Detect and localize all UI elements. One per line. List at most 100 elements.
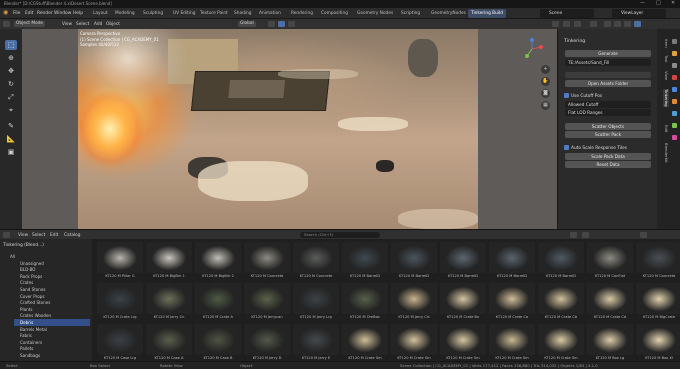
- auto-scale-checkbox[interactable]: Auto Scale Response Tiles: [564, 145, 627, 151]
- asset-tile[interactable]: KT120 M BarrelD: [487, 242, 537, 282]
- pivot-icon[interactable]: [268, 21, 275, 27]
- workspace-tab[interactable]: GeometryNodes: [428, 9, 469, 18]
- workspace-tab[interactable]: UV Editing: [170, 9, 198, 18]
- close-button[interactable]: ✕: [671, 0, 675, 6]
- asset-tile[interactable]: KT120 M BarrelD: [438, 242, 488, 282]
- material-props-icon[interactable]: [672, 135, 677, 140]
- asset-tile[interactable]: KT120 M Crate Ca: [487, 283, 537, 323]
- asset-tile[interactable]: KT120 M CanFlat: [585, 242, 635, 282]
- asset-tile[interactable]: KT120 M Crate Sm: [340, 324, 390, 361]
- transform-orientation[interactable]: Global: [238, 21, 256, 27]
- move-icon[interactable]: ✥: [5, 66, 17, 76]
- asset-tile[interactable]: KT120 M BarrelD: [389, 242, 439, 282]
- open-assets-button[interactable]: Open Assets Folder: [565, 80, 651, 87]
- asset-tile[interactable]: KT120 M Crate Sm: [438, 324, 488, 361]
- scale-pack-button[interactable]: Scale Pack Data: [565, 153, 651, 160]
- asset-tile[interactable]: KT120 M Crate Sm: [536, 324, 586, 361]
- tab-edit[interactable]: Edit: [663, 125, 669, 132]
- rotate-icon[interactable]: ↻: [5, 79, 17, 89]
- editor-type-icon[interactable]: [3, 21, 10, 27]
- asset-search-input[interactable]: Search (Ctrl+F): [300, 232, 380, 238]
- asset-tile[interactable]: KT120 M Jerry E: [291, 324, 341, 361]
- asset-tile[interactable]: KT120 M OreBox: [340, 283, 390, 323]
- pan-hand-icon[interactable]: ✋: [541, 77, 550, 86]
- zoom-icon[interactable]: +: [541, 65, 550, 74]
- measure-icon[interactable]: 📐: [5, 134, 17, 144]
- menu-edit[interactable]: Edit: [25, 11, 34, 16]
- cursor-icon[interactable]: ⊕: [5, 53, 17, 63]
- shading-rendered-icon[interactable]: [634, 21, 641, 27]
- menu-file[interactable]: File: [13, 11, 20, 16]
- shading-material-icon[interactable]: [624, 21, 631, 27]
- xray-icon[interactable]: [590, 21, 597, 27]
- menu-ab-catalog[interactable]: Catalog: [64, 233, 81, 238]
- blender-logo-icon[interactable]: ◉: [3, 9, 8, 16]
- add-cube-icon[interactable]: ▣: [5, 147, 17, 157]
- asset-tile[interactable]: KT120 M Crate Sm: [487, 324, 537, 361]
- ortho-grid-icon[interactable]: ▦: [541, 101, 550, 110]
- asset-tile[interactable]: KT120 M Box Xl: [634, 324, 680, 361]
- settings-gear-icon[interactable]: [640, 232, 647, 238]
- workspace-tab[interactable]: Shading: [231, 9, 254, 18]
- scale-icon[interactable]: ⤢: [5, 92, 17, 102]
- tab-tool[interactable]: Tool: [663, 55, 669, 62]
- visibility-icon[interactable]: [552, 21, 559, 27]
- asset-tile[interactable]: KT120 M Jerry Crt: [389, 283, 439, 323]
- tab-view[interactable]: View: [663, 71, 669, 80]
- snap-icon[interactable]: [278, 21, 285, 27]
- asset-tile[interactable]: KT120 M BigCrate: [634, 283, 680, 323]
- navigation-gizmo[interactable]: [521, 38, 543, 60]
- menu-ab-edit[interactable]: Edit: [50, 233, 58, 238]
- asset-tile[interactable]: KT120 M Jerrycan: [242, 283, 292, 323]
- gizmo-toggle-icon[interactable]: [563, 21, 570, 27]
- display-mode-icon[interactable]: [570, 232, 577, 238]
- render-view[interactable]: Camera Perspective (1) Scene Collection …: [78, 29, 478, 229]
- filter-icon[interactable]: [582, 232, 589, 238]
- menu-select[interactable]: Select: [76, 22, 89, 27]
- viewlayer-selector[interactable]: ViewLayer: [612, 9, 666, 18]
- asset-tile[interactable]: KT120 M Concrete: [291, 242, 341, 282]
- asset-tile[interactable]: KT120 M Crate Lrg: [95, 283, 145, 323]
- catalog-item[interactable]: Sandbags: [14, 352, 90, 359]
- modifier-props-icon[interactable]: [672, 111, 677, 116]
- workspace-tab[interactable]: Geometry Nodes: [354, 9, 396, 18]
- select-box-icon[interactable]: ⬚: [5, 40, 17, 50]
- proportional-icon[interactable]: [288, 21, 295, 27]
- workspace-tab[interactable]: Texture Paint: [197, 9, 231, 18]
- object-props-icon[interactable]: [672, 99, 677, 104]
- editor-type-icon[interactable]: [3, 232, 10, 238]
- scatter-objects-button[interactable]: Scatter Objects: [565, 123, 651, 130]
- tool-props-icon[interactable]: [672, 39, 677, 44]
- render-props-icon[interactable]: [672, 51, 677, 56]
- asset-tile[interactable]: KT120 M Crate A: [193, 283, 243, 323]
- output-props-icon[interactable]: [672, 63, 677, 68]
- asset-tile[interactable]: KT120 M Case Lrg: [95, 324, 145, 361]
- allowed-cutoff-field[interactable]: Allowed Cutoff: [565, 101, 651, 108]
- menu-view[interactable]: View: [62, 22, 72, 27]
- use-cutoff-checkbox[interactable]: Use Cutoff Pos: [564, 93, 602, 99]
- scatter-pack-button[interactable]: Scatter Pack: [565, 131, 651, 138]
- menu-help[interactable]: Help: [73, 11, 83, 16]
- tab-tinkering[interactable]: Tinkering: [663, 89, 669, 107]
- workspace-tab[interactable]: Scripting: [398, 9, 423, 18]
- tab-item[interactable]: Item: [663, 39, 669, 48]
- spacer-button[interactable]: [565, 72, 651, 78]
- workspace-tab[interactable]: Compositing: [318, 9, 351, 18]
- menu-render[interactable]: Render: [37, 11, 53, 16]
- asset-tile[interactable]: KT120 M Crate Sm: [389, 324, 439, 361]
- maximize-button[interactable]: □: [656, 0, 661, 6]
- asset-tile[interactable]: KT120 M Concrete: [634, 242, 680, 282]
- workspace-tab[interactable]: Tinkering Build: [468, 9, 506, 18]
- asset-tile[interactable]: KT120 M Jerry Cn: [144, 283, 194, 323]
- data-props-icon[interactable]: [672, 123, 677, 128]
- asset-tile[interactable]: KT120 M Case B: [193, 324, 243, 361]
- menu-window[interactable]: Window: [54, 11, 71, 16]
- workspace-tab[interactable]: Layout: [90, 9, 111, 18]
- menu-ab-view[interactable]: View: [18, 233, 28, 238]
- minimize-button[interactable]: —: [640, 0, 645, 6]
- camera-view-icon[interactable]: ◙: [541, 89, 550, 98]
- reset-data-button[interactable]: Reset Data: [565, 161, 651, 168]
- asset-tile[interactable]: KT120 M BarrelD: [536, 242, 586, 282]
- mode-selector[interactable]: Object Mode: [14, 21, 46, 27]
- asset-tile[interactable]: KT120 M BigBrk 1: [144, 242, 194, 282]
